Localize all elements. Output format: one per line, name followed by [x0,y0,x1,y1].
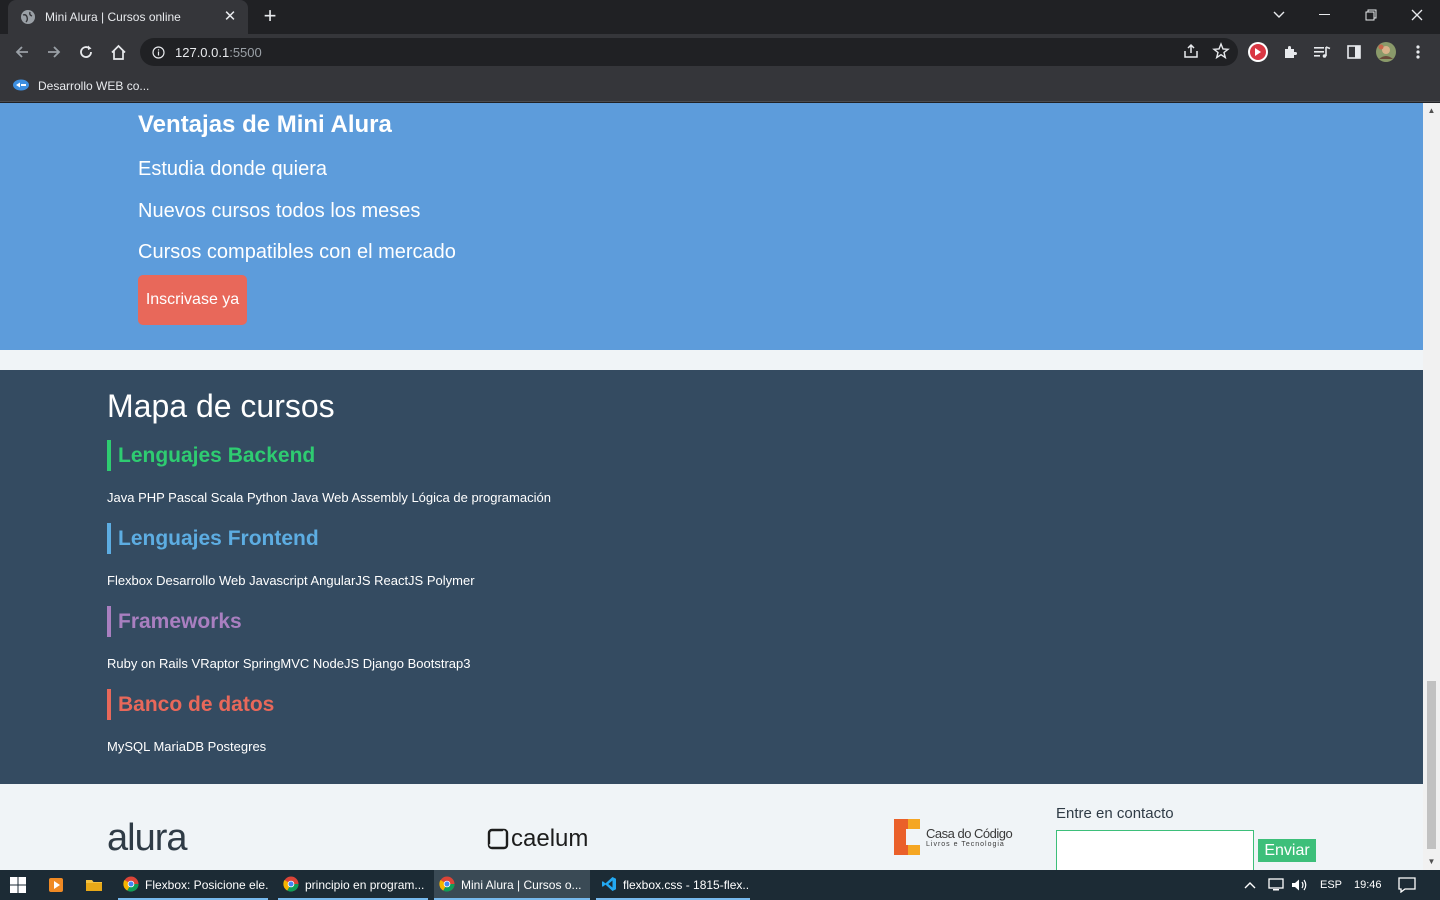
ventajas-section: Ventajas de Mini Alura Estudia donde qui… [0,103,1423,350]
ventaja-item: Cursos compatibles con el mercado [138,241,456,263]
contact-label: Entre en contacto [1056,805,1174,822]
info-icon[interactable] [152,45,166,59]
globe-icon [20,9,36,25]
caelum-logo-text: caelum [511,825,589,852]
casa-logo-subtext: Livros e Tecnologia [926,841,1005,848]
notifications-icon[interactable] [1398,870,1416,900]
caelum-mark-icon [487,828,509,850]
windows-taskbar: Flexbox: Posicione ele... principio en p… [0,870,1440,900]
bookmark-site-icon [12,78,30,95]
taskbar-app-chrome-2[interactable]: principio en program... [278,870,428,900]
forward-arrow-icon[interactable] [40,38,68,66]
enviar-button[interactable]: Enviar [1258,839,1316,862]
inscribase-button[interactable]: Inscrivase ya [138,275,247,325]
scroll-up-icon[interactable]: ▲ [1427,106,1436,115]
category-backend-courses: Java PHP Pascal Scala Python Java Web As… [107,490,551,505]
extensions-puzzle-icon[interactable] [1276,38,1304,66]
ventaja-item: Nuevos cursos todos los meses [138,200,421,222]
restore-button[interactable] [1348,0,1394,30]
taskbar-app-chrome-1[interactable]: Flexbox: Posicione ele... [118,870,268,900]
mapa-title: Mapa de cursos [107,388,335,424]
kebab-menu-icon[interactable] [1404,38,1432,66]
chrome-icon [123,876,139,895]
media-player-icon[interactable] [38,870,74,900]
tab-search-icon[interactable] [1256,0,1302,30]
category-database-courses: MySQL MariaDB Postegres [107,739,267,754]
scroll-down-icon[interactable]: ▼ [1427,857,1436,866]
mapa-cursos-section: Mapa de cursos Lenguajes Backend Java PH… [0,370,1423,784]
category-frameworks-courses: Ruby on Rails VRaptor SpringMVC NodeJS D… [107,656,471,671]
page-footer: alura caelum Casa do Código Livros e Tec… [0,784,1423,870]
home-icon[interactable] [104,38,132,66]
caelum-logo: caelum [487,825,588,853]
clock[interactable]: 19:46 [1354,870,1382,900]
address-bar[interactable]: 127.0.0.1 :5500 [140,38,1238,66]
category-frameworks-title: Frameworks [107,606,242,637]
close-tab-icon[interactable]: ✕ [222,9,238,25]
chrome-icon [439,876,455,895]
casa-logo-text: Casa do Código [926,826,1013,841]
category-frontend-title: Lenguajes Frontend [107,523,319,554]
show-hidden-icons[interactable] [1243,870,1257,900]
language-indicator[interactable]: ESP [1320,870,1342,900]
alura-logo: alura [107,817,187,859]
category-backend-title: Lenguajes Backend [107,440,315,471]
reload-icon[interactable] [72,38,100,66]
page-scrollbar[interactable]: ▲ ▼ [1423,103,1440,870]
category-database-title: Banco de datos [107,689,274,720]
contact-email-input[interactable] [1056,830,1254,870]
taskbar-app-vscode[interactable]: flexbox.css - 1815-flex... [596,870,750,900]
windows-start-icon[interactable] [0,870,36,900]
scrollbar-thumb[interactable] [1427,681,1436,849]
bookmark-label: Desarrollo WEB co... [38,79,150,93]
url-port: :5500 [229,44,262,60]
casa-do-codigo-mark-icon [894,819,920,855]
taskbar-app-label: Mini Alura | Cursos o... [461,878,582,892]
back-arrow-icon[interactable] [8,38,36,66]
bookmark-item[interactable]: Desarrollo WEB co... [12,76,149,96]
taskbar-app-label: Flexbox: Posicione ele... [145,878,268,892]
minimize-button[interactable] [1302,0,1348,30]
vscode-icon [601,876,617,895]
profile-avatar[interactable] [1372,38,1400,66]
new-tab-button[interactable]: + [258,5,282,29]
ventajas-title: Ventajas de Mini Alura [138,111,392,138]
taskbar-app-chrome-3[interactable]: Mini Alura | Cursos o... [434,870,590,900]
ventaja-item: Estudia donde quiera [138,158,328,180]
category-frontend-courses: Flexbox Desarrollo Web Javascript Angula… [107,573,475,588]
page-viewport: Ventajas de Mini Alura Estudia donde qui… [0,103,1423,870]
share-icon[interactable] [1182,42,1200,65]
extension-red-icon[interactable] [1244,38,1272,66]
side-panel-icon[interactable] [1340,38,1368,66]
taskbar-app-label: principio en program... [305,878,425,892]
chrome-icon [283,876,299,895]
network-icon[interactable] [1267,870,1285,900]
taskbar-app-label: flexbox.css - 1815-flex... [623,878,750,892]
browser-toolbar: 127.0.0.1 :5500 [0,34,1440,70]
close-window-button[interactable] [1394,0,1440,30]
media-queue-icon[interactable] [1308,38,1336,66]
tab-title: Mini Alura | Cursos online [45,10,181,24]
bookmarks-bar: Desarrollo WEB co... [0,70,1440,102]
volume-icon[interactable] [1291,870,1309,900]
url-host: 127.0.0.1 [175,44,230,60]
bookmark-star-icon[interactable] [1212,42,1230,65]
tab-strip: Mini Alura | Cursos online ✕ + [0,0,1440,34]
file-explorer-icon[interactable] [76,870,112,900]
casa-do-codigo-logo: Casa do Código Livros e Tecnologia [894,819,1013,855]
browser-tab[interactable]: Mini Alura | Cursos online ✕ [8,0,248,34]
